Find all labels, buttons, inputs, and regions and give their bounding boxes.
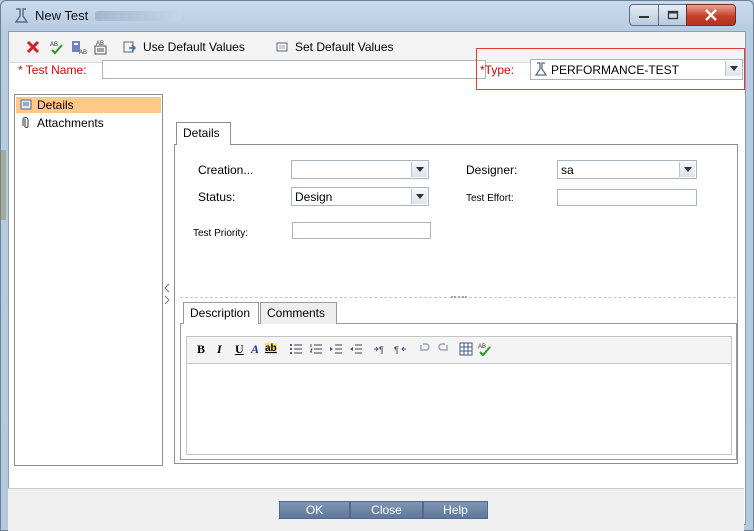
status-label: Status:: [198, 190, 236, 204]
maximize-button[interactable]: [658, 4, 687, 26]
delete-button[interactable]: [26, 39, 40, 55]
sidebar-item-label: Attachments: [37, 116, 104, 130]
test-priority-label: Test Priority:: [193, 228, 249, 239]
close-button[interactable]: Close: [350, 501, 423, 519]
creation-select[interactable]: [291, 160, 429, 179]
details-icon: [20, 99, 32, 110]
sidebar-item-details[interactable]: Details: [16, 97, 161, 113]
thesaurus-icon: AB: [72, 41, 87, 55]
use-default-values-button[interactable]: Use Default Values: [123, 39, 245, 55]
designer-value: sa: [561, 163, 574, 177]
redo-icon[interactable]: [437, 342, 451, 356]
rich-text-toolbar: B I U A ab ¶ ¶ AB: [186, 336, 732, 364]
set-default-values-label: Set Default Values: [295, 40, 394, 54]
description-editor[interactable]: [186, 364, 732, 455]
test-name-label: * Test Name:: [18, 63, 87, 77]
set-defaults-icon: [276, 42, 288, 52]
svg-text:¶: ¶: [394, 345, 399, 355]
tab-details[interactable]: Details: [176, 122, 231, 145]
minimize-button[interactable]: [629, 4, 659, 26]
splitter-arrows-icon: [164, 283, 170, 305]
maximize-icon: [667, 10, 678, 20]
title-blurred-text: [95, 11, 181, 21]
test-type-icon: [534, 62, 548, 76]
numbered-list-icon[interactable]: [309, 342, 323, 356]
indent-icon[interactable]: [329, 342, 343, 356]
type-select[interactable]: PERFORMANCE-TEST: [530, 59, 743, 80]
chevron-down-icon: [729, 66, 738, 71]
tab-details-label: Details: [183, 126, 220, 140]
close-window-button[interactable]: [686, 4, 736, 26]
svg-text:AB: AB: [50, 42, 58, 48]
designer-label: Designer:: [466, 163, 518, 177]
bullet-list-icon[interactable]: [289, 342, 303, 356]
tab-comments-label: Comments: [267, 306, 326, 320]
tab-comments[interactable]: Comments: [260, 302, 337, 324]
bold-button[interactable]: B: [197, 342, 205, 357]
svg-text:AB: AB: [79, 50, 87, 55]
status-dropdown-arrow[interactable]: [411, 189, 427, 204]
designer-select[interactable]: sa: [557, 160, 697, 179]
help-button[interactable]: Help: [423, 501, 488, 519]
test-app-icon: [14, 8, 29, 23]
spelling-options-icon: AB: [94, 41, 107, 55]
undo-icon[interactable]: [417, 342, 431, 356]
set-default-values-button[interactable]: Set Default Values: [275, 39, 394, 55]
table-icon[interactable]: [459, 342, 473, 356]
type-value: PERFORMANCE-TEST: [551, 63, 680, 77]
test-name-input[interactable]: [102, 60, 486, 79]
status-select[interactable]: Design: [291, 187, 429, 206]
paperclip-icon: [22, 117, 29, 128]
chevron-down-icon: [415, 194, 424, 199]
creation-label: Creation...: [198, 163, 254, 177]
test-effort-label: Test Effort:: [466, 193, 514, 204]
sidebar-item-attachments[interactable]: Attachments: [16, 115, 161, 131]
use-defaults-icon: [123, 41, 137, 53]
sidebar-item-label: Details: [37, 98, 74, 112]
thesaurus-button[interactable]: AB: [71, 39, 87, 55]
background-edge: [0, 150, 6, 220]
type-dropdown-arrow[interactable]: [725, 61, 741, 76]
outdent-icon[interactable]: [349, 342, 363, 356]
tab-description[interactable]: Description: [183, 302, 259, 324]
tab-description-label: Description: [190, 306, 251, 320]
right-to-left-icon[interactable]: ¶: [393, 343, 407, 355]
designer-dropdown-arrow[interactable]: [679, 162, 695, 177]
test-effort-input[interactable]: [557, 189, 697, 206]
underline-button[interactable]: U: [235, 342, 244, 357]
spell-check-icon: AB: [50, 42, 63, 55]
close-icon: [705, 9, 717, 21]
highlight-button[interactable]: ab: [265, 343, 277, 354]
italic-button[interactable]: I: [217, 342, 222, 357]
ok-button[interactable]: OK: [279, 501, 350, 519]
creation-dropdown-arrow[interactable]: [411, 162, 427, 177]
type-label: *Type:: [480, 63, 515, 77]
svg-text:AB: AB: [478, 344, 486, 350]
window-title: New Test: [35, 8, 89, 23]
panel-splitter[interactable]: [163, 280, 171, 308]
splitter-grip-icon: [451, 296, 467, 300]
minimize-icon: [639, 16, 649, 18]
use-default-values-label: Use Default Values: [143, 40, 245, 54]
spell-check-icon[interactable]: AB: [477, 341, 493, 357]
chevron-down-icon: [415, 167, 424, 172]
sidebar: Details Attachments: [14, 94, 163, 466]
spelling-options-button[interactable]: AB: [93, 39, 109, 55]
left-to-right-icon[interactable]: ¶: [373, 343, 387, 355]
chevron-down-icon: [683, 167, 692, 172]
font-color-button[interactable]: A: [251, 342, 259, 357]
status-value: Design: [295, 190, 333, 204]
spell-check-button[interactable]: AB: [49, 39, 65, 55]
title-bar[interactable]: New Test: [1, 1, 753, 31]
test-priority-input[interactable]: [292, 222, 431, 239]
red-x-icon: [26, 40, 40, 54]
svg-text:¶: ¶: [379, 345, 384, 355]
